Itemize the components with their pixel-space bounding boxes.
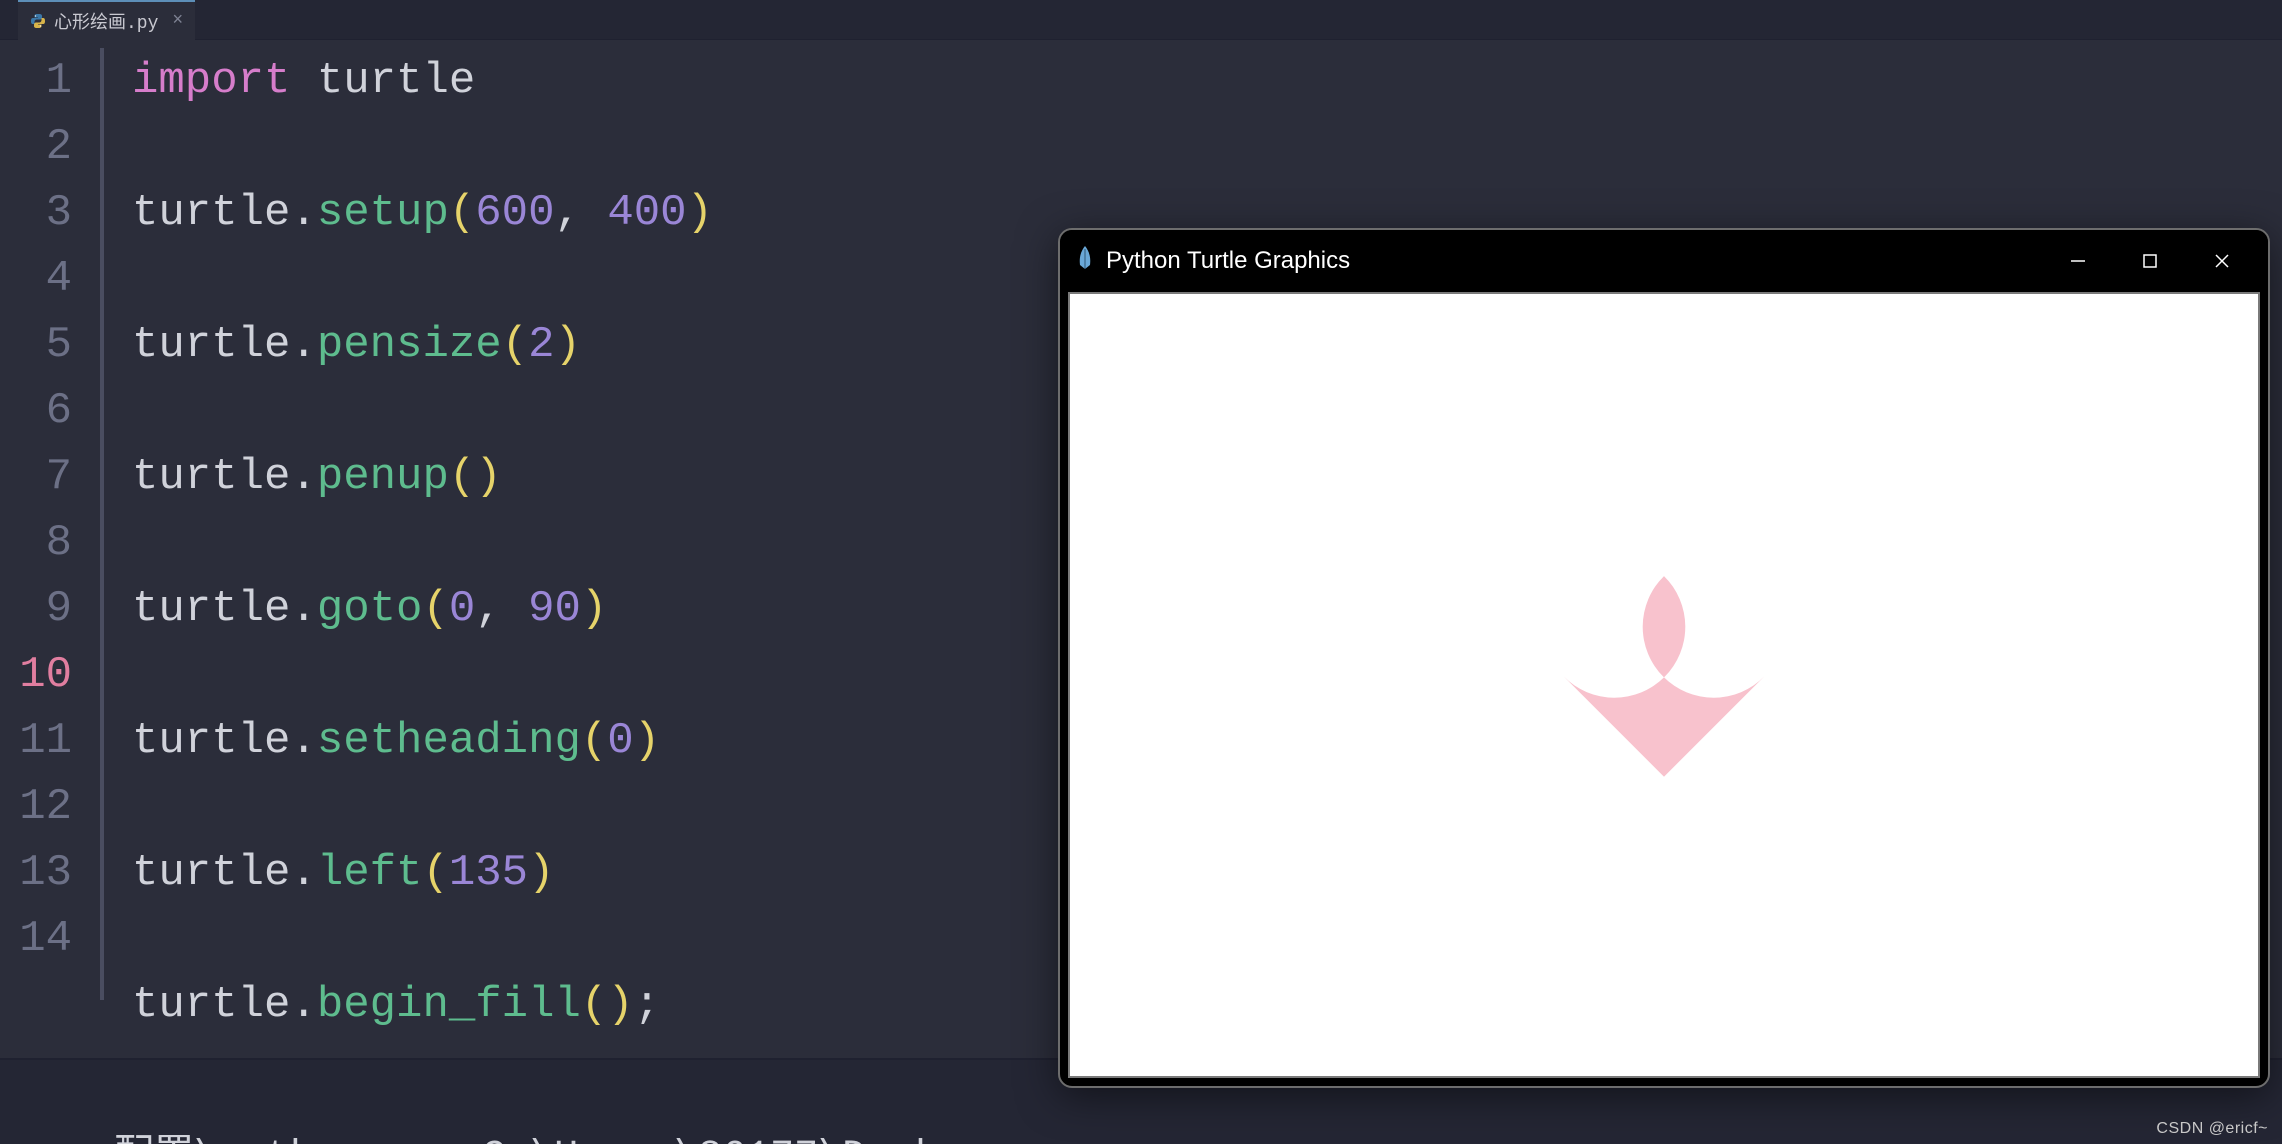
- line-number-gutter: 1234567891011121314: [0, 40, 100, 1000]
- close-button[interactable]: [2186, 237, 2258, 285]
- code-token: ;: [634, 980, 660, 1030]
- editor-tab-bar: 心形绘画.py ×: [0, 0, 2282, 40]
- line-number: 4: [0, 246, 100, 312]
- code-line[interactable]: turtle.begin_fill();: [132, 972, 871, 1038]
- line-number: 2: [0, 114, 100, 180]
- code-token: begin_fill: [317, 980, 581, 1030]
- code-line[interactable]: turtle.goto(0, 90): [132, 576, 871, 642]
- code-line[interactable]: import turtle: [132, 48, 871, 114]
- code-token: ): [634, 716, 660, 766]
- gutter-border: [100, 48, 104, 1000]
- code-token: turtle: [132, 584, 290, 634]
- window-title: Python Turtle Graphics: [1106, 247, 2042, 275]
- code-token: left: [317, 848, 423, 898]
- code-token: .: [290, 320, 316, 370]
- line-number: 13: [0, 840, 100, 906]
- code-token: turtle: [132, 980, 290, 1030]
- code-line[interactable]: turtle.penup(): [132, 444, 871, 510]
- code-token: ): [555, 320, 581, 370]
- code-token: (: [422, 584, 448, 634]
- line-number: 7: [0, 444, 100, 510]
- code-token: 0: [449, 584, 475, 634]
- code-token: (: [581, 980, 607, 1030]
- code-line[interactable]: turtle.pensize(2): [132, 312, 871, 378]
- line-number: 9: [0, 576, 100, 642]
- heart-shape: [1429, 461, 1899, 891]
- code-token: (: [422, 848, 448, 898]
- code-line[interactable]: turtle.left(135): [132, 840, 871, 906]
- code-token: goto: [317, 584, 423, 634]
- code-token: 600: [475, 188, 554, 238]
- window-titlebar[interactable]: Python Turtle Graphics: [1060, 230, 2268, 292]
- code-token: (: [449, 452, 475, 502]
- code-token: .: [290, 980, 316, 1030]
- code-token: [290, 56, 316, 106]
- code-token: 400: [607, 188, 686, 238]
- code-token: import: [132, 56, 290, 106]
- code-area[interactable]: import turtle turtle.setup(600, 400) tur…: [132, 40, 871, 1000]
- code-token: ): [581, 584, 607, 634]
- line-number: 11: [0, 708, 100, 774]
- code-token: ,: [475, 584, 528, 634]
- code-token: ): [607, 980, 633, 1030]
- code-line[interactable]: turtle.setheading(0): [132, 708, 871, 774]
- line-number: 6: [0, 378, 100, 444]
- app-root: 心形绘画.py × 1234567891011121314 import tur…: [0, 0, 2282, 1144]
- line-number: 12: [0, 774, 100, 840]
- code-token: (: [449, 188, 475, 238]
- maximize-button[interactable]: [2114, 237, 2186, 285]
- line-number: 3: [0, 180, 100, 246]
- line-number: 8: [0, 510, 100, 576]
- code-token: ,: [555, 188, 608, 238]
- code-token: setheading: [317, 716, 581, 766]
- code-token: turtle: [132, 320, 290, 370]
- code-token: .: [290, 188, 316, 238]
- code-token: turtle: [132, 188, 290, 238]
- code-token: 135: [449, 848, 528, 898]
- code-line[interactable]: turtle.setup(600, 400): [132, 180, 871, 246]
- code-token: (: [502, 320, 528, 370]
- code-token: 90: [528, 584, 581, 634]
- code-token: .: [290, 584, 316, 634]
- code-token: setup: [317, 188, 449, 238]
- minimize-button[interactable]: [2042, 237, 2114, 285]
- window-controls: [2042, 237, 2258, 285]
- code-token: turtle: [132, 452, 290, 502]
- editor-tab-label: 心形绘画.py: [54, 8, 158, 34]
- code-token: 0: [607, 716, 633, 766]
- code-token: turtle: [132, 716, 290, 766]
- watermark-text: CSDN @ericf~: [2156, 1120, 2268, 1138]
- code-token: turtle: [317, 56, 475, 106]
- line-number: 5: [0, 312, 100, 378]
- code-token: .: [290, 848, 316, 898]
- code-token: .: [290, 452, 316, 502]
- feather-icon: [1076, 245, 1094, 278]
- line-number: 1: [0, 48, 100, 114]
- turtle-canvas: [1070, 294, 2258, 1076]
- code-token: pensize: [317, 320, 502, 370]
- close-icon[interactable]: ×: [172, 11, 183, 31]
- code-token: turtle: [132, 848, 290, 898]
- code-token: (: [581, 716, 607, 766]
- line-number: 10: [0, 642, 100, 708]
- editor-tab[interactable]: 心形绘画.py ×: [18, 0, 195, 40]
- code-token: 2: [528, 320, 554, 370]
- turtle-canvas-border: [1068, 292, 2260, 1078]
- code-token: ): [475, 452, 501, 502]
- code-token: ): [687, 188, 713, 238]
- turtle-graphics-window[interactable]: Python Turtle Graphics: [1058, 228, 2270, 1088]
- line-number: 14: [0, 906, 100, 972]
- code-token: .: [290, 716, 316, 766]
- code-token: penup: [317, 452, 449, 502]
- terminal-text: 配置\python.exe C:\Users\86177\Desk: [114, 1135, 938, 1144]
- code-token: ): [528, 848, 554, 898]
- python-file-icon: [30, 13, 46, 29]
